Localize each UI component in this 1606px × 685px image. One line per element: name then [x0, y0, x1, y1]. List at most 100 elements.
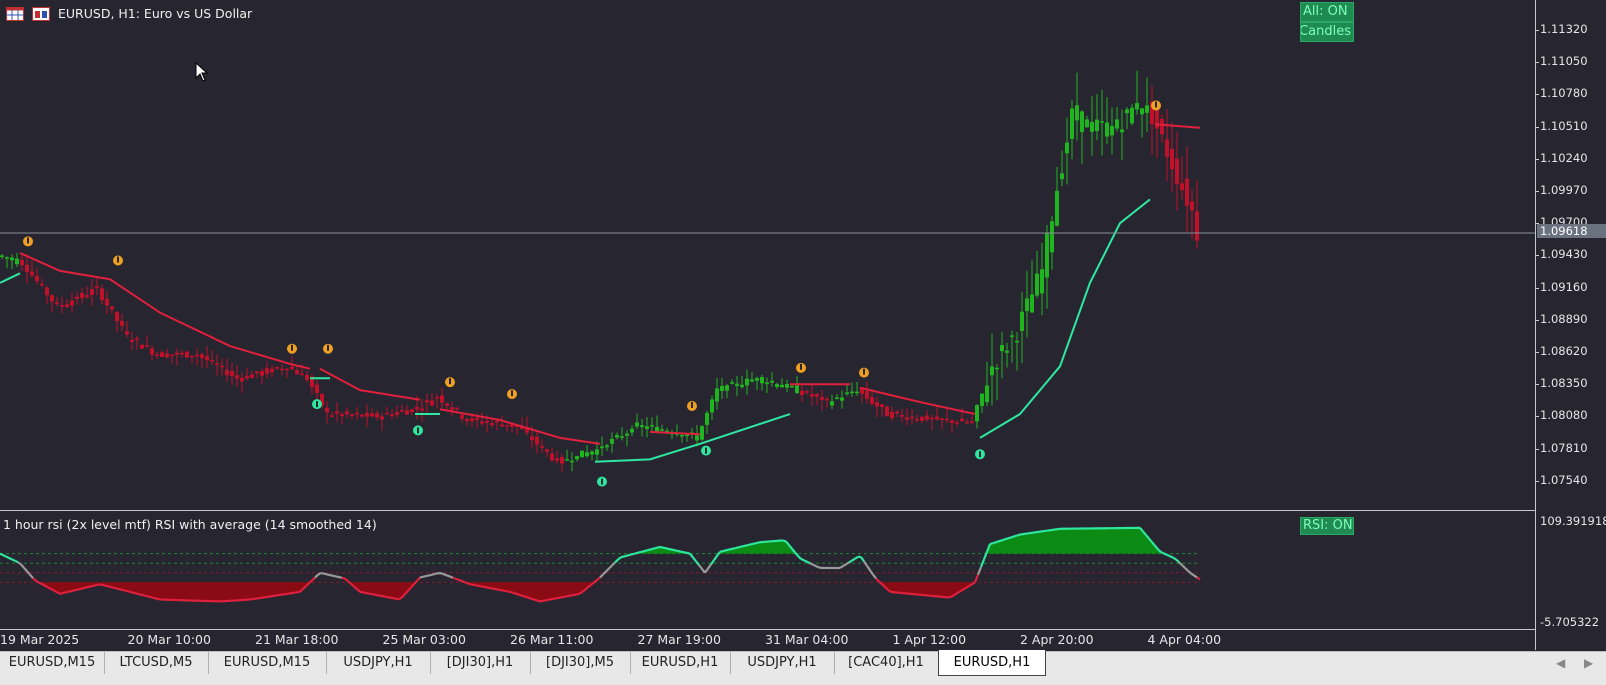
candle: [785, 380, 789, 392]
rsi-line-segment: [783, 540, 786, 541]
price-tick: [1535, 288, 1539, 289]
chart-tab[interactable]: EURUSD,H1: [630, 652, 731, 674]
candle: [380, 412, 384, 430]
candle: [55, 297, 59, 307]
candles-button[interactable]: Candles: [1300, 22, 1354, 42]
candle: [780, 378, 784, 387]
candle: [1055, 167, 1059, 227]
rsi-line-segment: [975, 575, 978, 583]
rsi-on-button[interactable]: RSI: ON: [1300, 517, 1354, 535]
candle: [890, 407, 894, 422]
scroll-right-icon[interactable]: ▶: [1584, 656, 1593, 670]
chart-tab[interactable]: [CAC40],H1: [834, 652, 939, 674]
trend-down-line: [20, 253, 310, 369]
price-chart[interactable]: [0, 0, 1535, 510]
chart-tab[interactable]: EURUSD,M15: [0, 652, 105, 674]
rsi-line-segment: [423, 576, 426, 577]
candle: [330, 412, 334, 418]
chart-tab[interactable]: EURUSD,M15: [208, 652, 327, 674]
chart-tab[interactable]: USDJPY,H1: [730, 652, 835, 674]
candle: [880, 404, 884, 416]
rsi-line-segment: [1182, 565, 1185, 568]
table-grid-icon[interactable]: [6, 6, 24, 20]
candle: [745, 369, 749, 394]
rsi-line-segment: [1008, 537, 1011, 538]
rsi-line-segment: [558, 597, 561, 598]
scroll-left-icon[interactable]: ◀: [1556, 656, 1565, 670]
candle: [1020, 292, 1024, 363]
candle: [260, 368, 264, 384]
candle: [895, 410, 899, 417]
pane-separator[interactable]: [0, 510, 1535, 511]
chart-tab[interactable]: LTCUSD,M5: [104, 652, 209, 674]
rsi-line-segment: [816, 566, 819, 567]
candle: [965, 419, 969, 424]
rsi-line-segment: [45, 586, 48, 588]
rsi-line-segment: [471, 584, 474, 585]
rsi-line-segment: [624, 556, 627, 557]
candle: [730, 379, 734, 384]
rsi-line-segment: [621, 556, 624, 557]
candle: [160, 350, 164, 357]
candle: [535, 432, 539, 453]
candle: [225, 359, 229, 382]
price-tick-label: 1.11050: [1540, 54, 1588, 68]
rsi-line-segment: [537, 600, 540, 601]
candle: [920, 416, 924, 423]
rsi-line-segment: [312, 578, 315, 581]
rsi-line-segment: [696, 561, 699, 565]
rsi-line-segment: [504, 591, 507, 592]
candle: [450, 402, 454, 416]
rsi-line-segment: [993, 542, 996, 543]
price-tick-label: 1.08890: [1540, 312, 1588, 326]
candle: [610, 432, 614, 452]
rsi-line-segment: [114, 588, 117, 589]
rsi-line-segment: [18, 562, 21, 564]
candle: [445, 402, 449, 409]
candle: [1125, 107, 1129, 129]
candle: [590, 450, 594, 460]
candle: [930, 415, 934, 431]
candle: [185, 351, 189, 358]
sell-signal-icon: [1151, 100, 1161, 110]
rsi-line-segment: [579, 592, 582, 594]
candle: [550, 448, 554, 463]
chart-tab[interactable]: [DJI30],M5: [530, 652, 631, 674]
main-chart-pane[interactable]: [0, 0, 1535, 510]
rsi-line-segment: [456, 579, 459, 580]
rsi-line-segment: [969, 584, 972, 586]
candle: [565, 450, 569, 461]
candle: [675, 424, 679, 436]
candle: [515, 425, 519, 434]
candle: [820, 390, 824, 411]
candle: [1140, 108, 1144, 137]
candle: [840, 390, 844, 409]
rsi-line-segment: [840, 566, 843, 568]
all-on-button[interactable]: All: ON: [1300, 2, 1354, 22]
chart-tab[interactable]: USDJPY,H1: [326, 652, 431, 674]
candle: [215, 354, 219, 375]
candle: [195, 349, 199, 366]
chart-tab[interactable]: EURUSD,H1: [938, 650, 1046, 676]
rsi-line-segment: [864, 561, 867, 565]
candle: [1070, 100, 1074, 159]
candle: [425, 394, 429, 413]
candle: [345, 408, 349, 418]
rsi-line-segment: [576, 594, 579, 595]
rsi-line-segment: [804, 560, 807, 561]
rsi-line-segment: [876, 578, 879, 581]
rsi-line-segment: [573, 595, 576, 596]
rsi-line-segment: [999, 540, 1002, 541]
cursor-arrow-icon: [195, 62, 209, 86]
rsi-line-segment: [552, 599, 555, 600]
price-tick-label: 1.08350: [1540, 376, 1588, 390]
rsi-line-segment: [519, 595, 522, 596]
rsi-line-segment: [852, 559, 855, 561]
rsi-line-segment: [1194, 575, 1197, 577]
sell-signal-icon: [113, 256, 123, 266]
window-icon[interactable]: [32, 6, 50, 20]
candle: [845, 385, 849, 396]
time-tick-label: 19 Mar 2025: [0, 632, 79, 647]
chart-tab[interactable]: [DJI30],H1: [430, 652, 531, 674]
rsi-line-segment: [711, 560, 714, 564]
